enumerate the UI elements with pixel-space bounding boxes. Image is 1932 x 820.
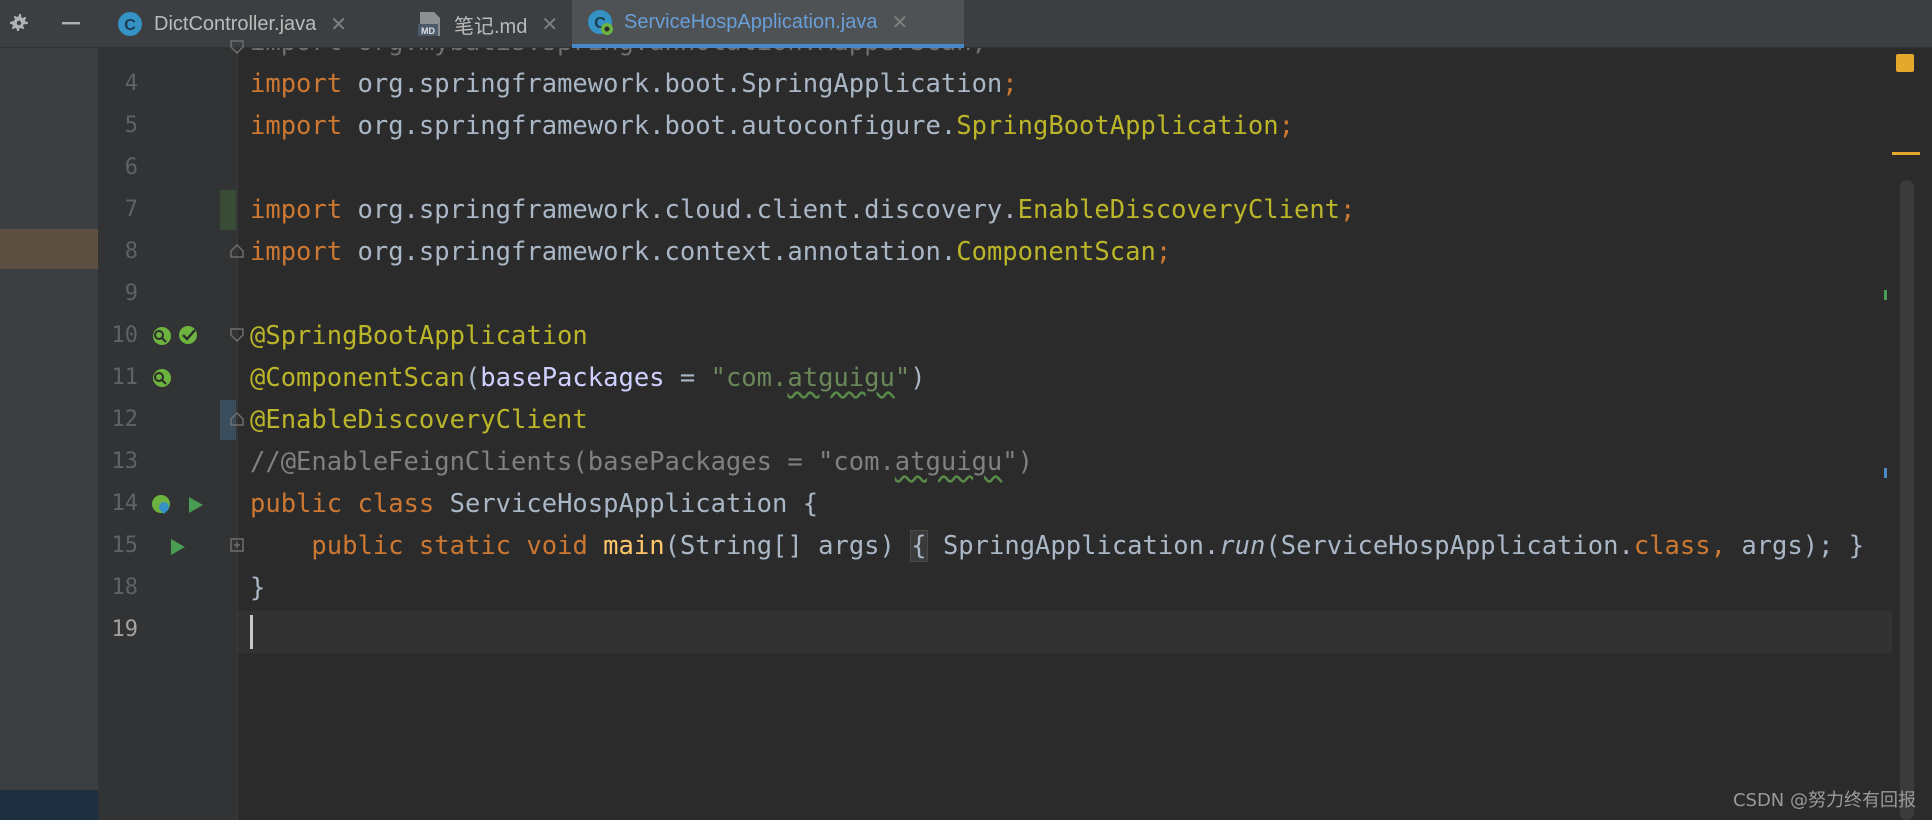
vcs-change-stripe[interactable] <box>1884 290 1887 300</box>
line-number-gutter[interactable]: 4 5 6 7 8 9 10 11 12 13 14 15 18 19 <box>98 40 244 820</box>
code-line-14: public class ServiceHospApplication { <box>250 489 819 519</box>
spring-bean-search-icon[interactable] <box>150 325 172 347</box>
folded-brace-close[interactable]: } <box>1833 531 1864 561</box>
spring-boot-app-icon[interactable] <box>150 493 172 515</box>
code-line-12: @EnableDiscoveryClient <box>250 405 588 435</box>
code-editor[interactable]: import org.mybatis.spring.annotation.Map… <box>238 48 1892 820</box>
line-number: 11 <box>111 365 139 390</box>
hide-panel-minus-icon[interactable] <box>56 8 86 38</box>
tab-label: ServiceHospApplication.java <box>624 10 878 33</box>
code-line-15: public static void main(String[] args) {… <box>311 530 1865 562</box>
line-number: 4 <box>124 71 138 96</box>
tab-servicehospapplication[interactable]: C ServiceHospApplication.java ✕ <box>572 0 964 48</box>
spring-bean-search-icon[interactable] <box>150 367 172 389</box>
line-number: 9 <box>124 281 138 306</box>
editor-tab-bar: C DictController.java ✕ MD 笔记.md ✕ C Ser… <box>0 0 1932 48</box>
code-line-8: import org.springframework.context.annot… <box>250 237 1172 267</box>
current-line-highlight <box>238 611 1892 653</box>
settings-gear-icon[interactable] <box>4 8 34 38</box>
line-number: 6 <box>124 155 138 180</box>
line-number: 14 <box>111 491 139 516</box>
tab-label: DictController.java <box>154 12 317 35</box>
selected-tree-row[interactable] <box>0 229 98 269</box>
line-number: 13 <box>111 449 139 474</box>
code-line-3-partial: import org.mybatis.spring.annotation.Map… <box>250 48 987 63</box>
folded-brace-open[interactable]: { <box>910 530 928 562</box>
run-play-icon[interactable] <box>166 536 188 558</box>
line-number: 12 <box>111 407 139 432</box>
line-number: 8 <box>124 239 138 264</box>
line-number: 18 <box>111 575 139 600</box>
close-tab-icon[interactable]: ✕ <box>541 12 558 37</box>
tab-label: 笔记.md <box>454 15 528 38</box>
svg-text:MD: MD <box>421 26 435 36</box>
code-line-4: import org.springframework.boot.SpringAp… <box>250 69 1018 99</box>
vcs-added-marker[interactable] <box>220 190 236 230</box>
watermark: CSDN @努力终有回报 <box>1732 790 1916 811</box>
spring-boot-class-icon: C <box>586 8 614 36</box>
code-line-10: @SpringBootApplication <box>250 321 588 351</box>
vertical-scrollbar[interactable] <box>1900 180 1914 820</box>
markdown-file-icon: MD <box>416 10 444 38</box>
java-class-icon: C <box>116 10 144 38</box>
svg-text:C: C <box>124 17 136 34</box>
tab-notes-md[interactable]: MD 笔记.md ✕ <box>402 0 572 48</box>
line-number: 15 <box>111 533 139 558</box>
line-number-current: 19 <box>111 617 139 642</box>
inspection-warning-icon[interactable] <box>1896 54 1914 72</box>
code-line-11: @ComponentScan(basePackages = "com.atgui… <box>250 363 926 393</box>
code-line-18: } <box>250 573 266 603</box>
line-number: 5 <box>124 113 138 138</box>
bottom-status-strip <box>0 790 98 820</box>
warning-stripe-marker[interactable] <box>1892 152 1920 155</box>
tab-dictcontroller[interactable]: C DictController.java ✕ <box>102 0 402 48</box>
code-line-7: import org.springframework.cloud.client.… <box>250 195 1356 225</box>
project-tool-window-strip <box>0 48 98 820</box>
close-tab-icon[interactable]: ✕ <box>330 12 347 37</box>
close-tab-icon[interactable]: ✕ <box>891 10 908 35</box>
line-number: 7 <box>124 197 138 222</box>
code-line-5: import org.springframework.boot.autoconf… <box>250 111 1294 141</box>
text-caret <box>250 615 253 649</box>
line-number: 10 <box>111 323 139 348</box>
run-play-icon[interactable] <box>184 494 206 516</box>
spring-boot-check-icon[interactable] <box>178 323 200 345</box>
code-line-13: //@EnableFeignClients(basePackages = "co… <box>250 447 1033 477</box>
vcs-change-stripe[interactable] <box>1884 468 1887 478</box>
